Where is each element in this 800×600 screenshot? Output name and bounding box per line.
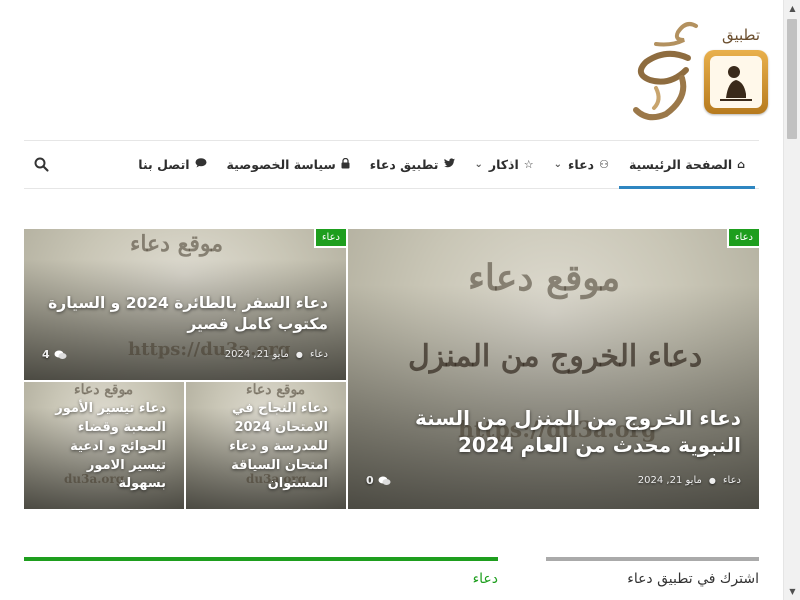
nav-item-home[interactable]: ⌂ الصفحة الرئيسية <box>618 141 756 189</box>
search-icon <box>34 157 49 172</box>
image-watermark-subtitle: دعاء الخروج من المنزل <box>408 339 703 374</box>
search-button[interactable] <box>34 141 49 188</box>
featured-post-main[interactable]: موقع دعاء دعاء الخروج من المنزل https://… <box>348 229 759 509</box>
section-header-dua: دعاء <box>24 557 498 600</box>
nav-item-privacy-label: سياسة الخصوصية <box>226 157 336 172</box>
nav-item-adhkar[interactable]: ☆ اذكار ⌄ <box>465 141 544 188</box>
app-icon <box>704 50 768 114</box>
post-comments-count: 0 <box>366 474 374 487</box>
scroll-down-arrow-icon[interactable]: ▼ <box>784 583 800 600</box>
post-title[interactable]: دعاء الخروج من المنزل من السنة النبوية م… <box>366 405 741 459</box>
page: تطبيق ⌂ الصفحة الرئيسية ⚇ دعاء ⌄ ☆ اذكار… <box>0 0 800 600</box>
gamepad-icon: ⚇ <box>599 158 609 171</box>
post-author[interactable]: دعاء <box>310 349 328 360</box>
logo-app-label: تطبيق <box>721 26 760 44</box>
section-bar <box>546 557 759 561</box>
post-meta: دعاء ● مايو 21, 2024 4 <box>42 348 328 361</box>
featured-post-secondary[interactable]: موقع دعاء https://du3a.org دعاء دعاء الس… <box>24 229 346 380</box>
calligraphy-logo-icon <box>633 22 698 121</box>
star-icon: ☆ <box>523 158 534 171</box>
chat-icon <box>195 158 207 171</box>
section-bar <box>24 557 498 561</box>
nav-item-dua-label: دعاء <box>568 157 595 172</box>
post-date: مايو 21, 2024 <box>637 475 702 486</box>
lock-icon <box>341 157 350 172</box>
section-title: اشترك في تطبيق دعاء <box>627 571 759 587</box>
post-title[interactable]: دعاء السفر بالطائرة 2024 و السيارة مكتوب… <box>42 293 328 335</box>
post-title[interactable]: دعاء تيسير الأمور الصعبة وقضاء الحوائج و… <box>38 400 166 494</box>
nav-item-contact[interactable]: اتصل بنا <box>128 141 216 188</box>
post-title[interactable]: دعاء النجاح في الامتحان 2024 للمدرسة و د… <box>200 400 328 494</box>
comments-icon <box>54 350 67 359</box>
chevron-down-icon: ⌄ <box>474 159 483 170</box>
nav-item-home-label: الصفحة الرئيسية <box>628 157 733 172</box>
scrollbar-thumb[interactable] <box>787 19 797 139</box>
post-card-small[interactable]: موقع دعاء du3a.org دعاء النجاح في الامتح… <box>186 382 346 509</box>
chevron-down-icon: ⌄ <box>553 159 563 170</box>
post-comments[interactable]: 0 <box>366 474 391 487</box>
vertical-scrollbar[interactable]: ▲ ▼ <box>783 0 800 600</box>
site-logo[interactable]: تطبيق <box>628 16 768 121</box>
category-tag[interactable]: دعاء <box>726 229 759 248</box>
nav-item-privacy[interactable]: سياسة الخصوصية <box>217 141 360 188</box>
post-date: مايو 21, 2024 <box>224 349 289 360</box>
image-watermark-title: موقع دعاء <box>130 231 224 257</box>
nav-item-contact-label: اتصل بنا <box>138 157 190 172</box>
home-icon: ⌂ <box>737 158 745 171</box>
post-card-small[interactable]: موقع دعاء du3a.org دعاء تيسير الأمور الص… <box>24 382 184 509</box>
post-comments[interactable]: 4 <box>42 348 67 361</box>
scroll-up-arrow-icon[interactable]: ▲ <box>784 0 800 17</box>
twitter-icon <box>443 158 455 171</box>
section-title[interactable]: دعاء <box>473 571 498 587</box>
post-meta: دعاء ● مايو 21, 2024 0 <box>366 474 741 487</box>
nav-item-dua[interactable]: ⚇ دعاء ⌄ <box>544 141 619 188</box>
image-watermark-title: موقع دعاء <box>74 382 134 398</box>
nav-item-adhkar-label: اذكار <box>488 157 519 172</box>
main-navigation: ⌂ الصفحة الرئيسية ⚇ دعاء ⌄ ☆ اذكار ⌄ تطب… <box>24 140 759 189</box>
section-header-subscribe: اشترك في تطبيق دعاء <box>546 557 759 600</box>
praying-person-icon <box>710 56 762 108</box>
post-author[interactable]: دعاء <box>723 475 741 486</box>
image-watermark-title: موقع دعاء <box>246 382 306 398</box>
nav-item-app[interactable]: تطبيق دعاء <box>360 141 465 188</box>
category-tag[interactable]: دعاء <box>313 229 346 248</box>
comments-icon <box>378 476 391 485</box>
post-comments-count: 4 <box>42 348 50 361</box>
image-watermark-title: موقع دعاء <box>468 257 621 299</box>
nav-item-app-label: تطبيق دعاء <box>369 157 439 172</box>
